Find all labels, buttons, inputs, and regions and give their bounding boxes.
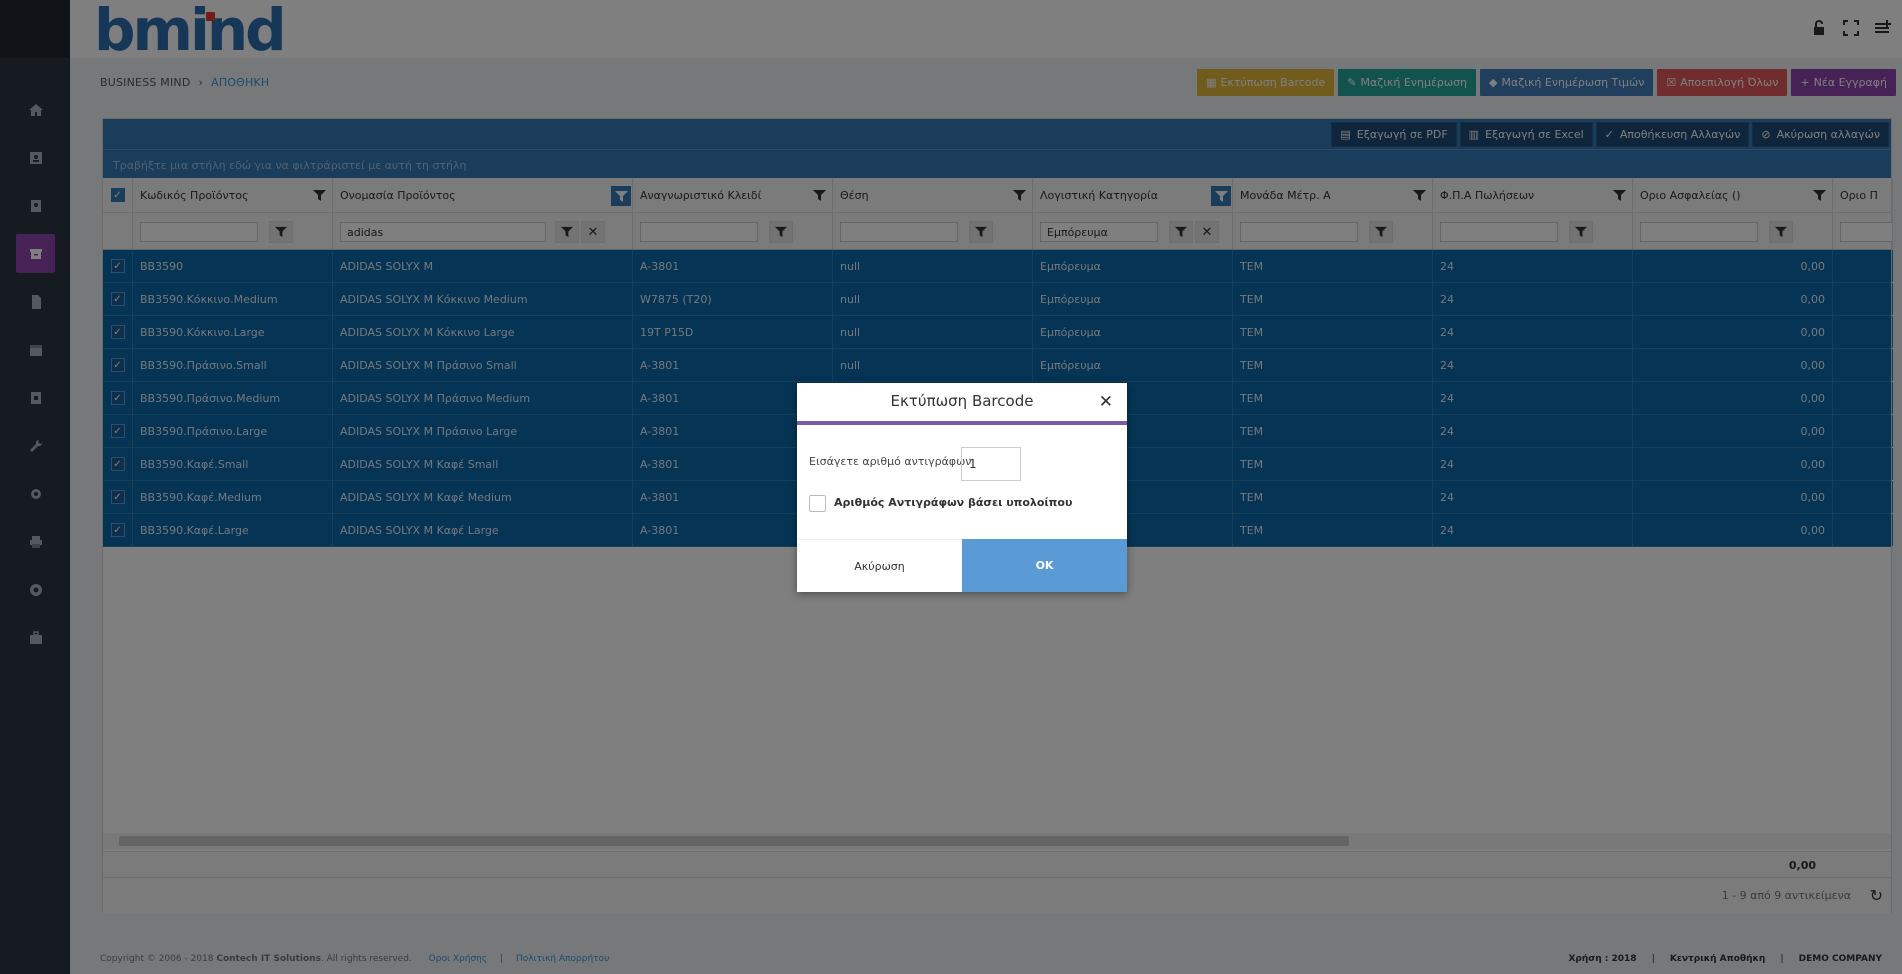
dialog-ok-button[interactable]: OK — [962, 539, 1127, 592]
copies-by-stock-label[interactable]: Αριθμός Αντιγράφων βάσει υπολοίπου — [834, 496, 1072, 509]
copies-input[interactable]: 1 — [961, 447, 1021, 481]
copies-by-stock-checkbox[interactable] — [809, 495, 826, 512]
dialog-cancel-button[interactable]: Ακύρωση — [797, 539, 962, 592]
close-icon[interactable]: ✕ — [1099, 392, 1113, 412]
copies-label: Εισάγετε αριθμό αντιγράφων — [809, 455, 972, 468]
dialog-title: Εκτύπωση Barcode — [890, 392, 1034, 410]
print-barcode-dialog: Εκτύπωση Barcode ✕ Εισάγετε αριθμό αντιγρ… — [797, 383, 1127, 592]
